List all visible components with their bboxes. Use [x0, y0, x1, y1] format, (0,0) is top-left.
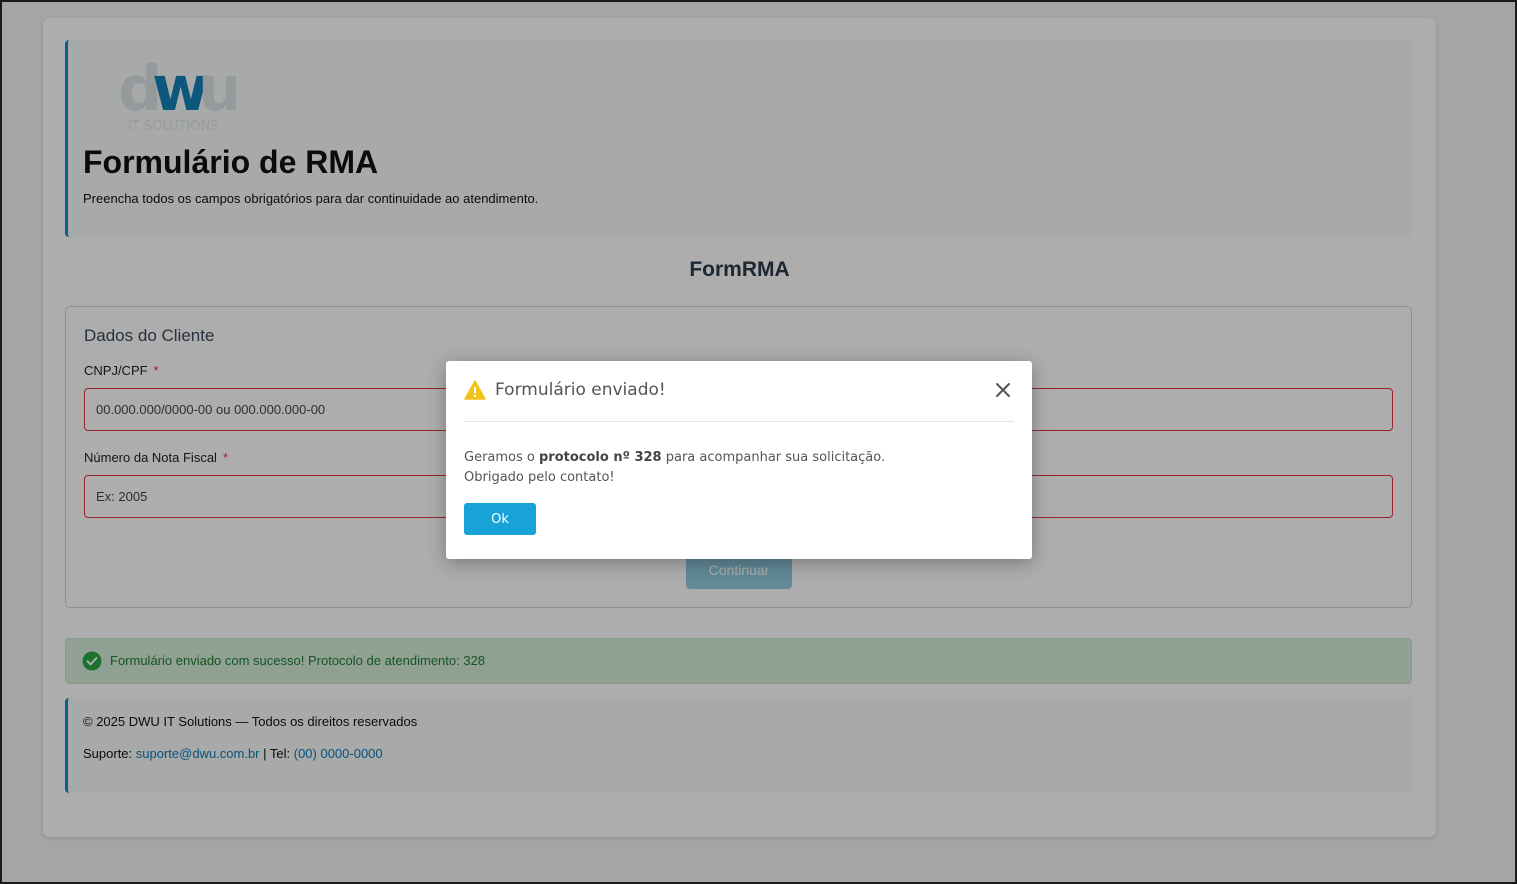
- modal-close-button[interactable]: [992, 379, 1014, 401]
- modal-divider: [464, 421, 1014, 422]
- submission-modal: Formulário enviado! Geramos o protocolo …: [446, 361, 1032, 559]
- close-icon: [996, 383, 1010, 397]
- modal-message: Geramos o protocolo nº 328 para acompanh…: [464, 450, 886, 485]
- modal-thanks: Obrigado pelo contato!: [464, 470, 615, 485]
- warning-icon: [464, 380, 486, 400]
- modal-title: Formulário enviado!: [495, 380, 666, 400]
- ok-button[interactable]: Ok: [464, 503, 536, 535]
- protocol-number: protocolo nº 328: [539, 450, 662, 465]
